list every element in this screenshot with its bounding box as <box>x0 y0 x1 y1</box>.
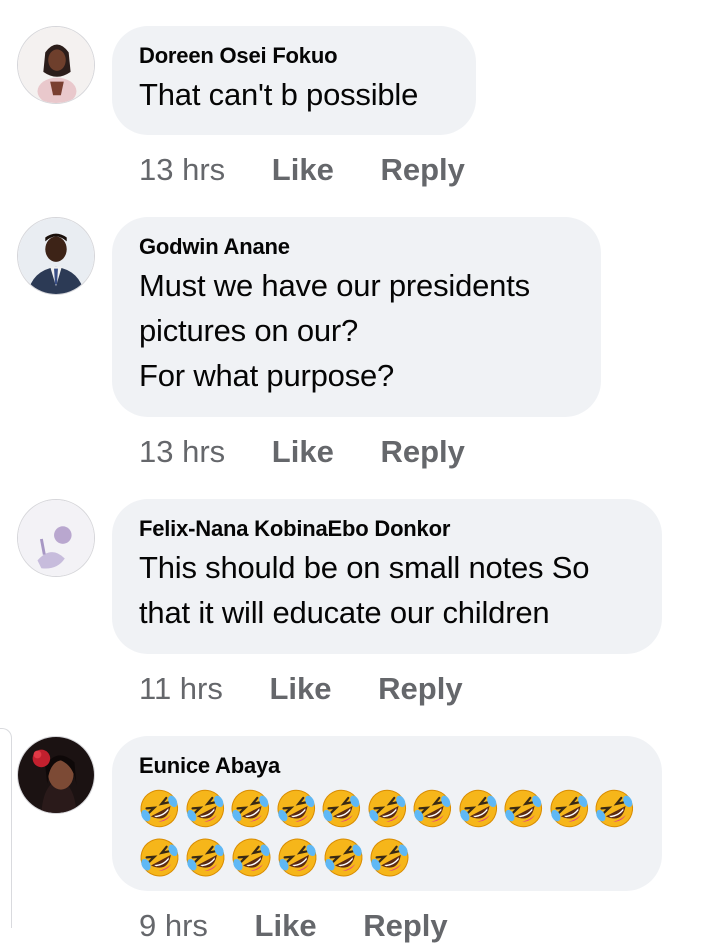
rolling-on-floor-laughing-icon <box>321 788 362 829</box>
avatar[interactable] <box>17 736 95 814</box>
like-button[interactable]: Like <box>272 152 334 188</box>
comment-actions: 13 hrs Like Reply <box>139 434 465 470</box>
comment-actions: 11 hrs Like Reply <box>139 671 463 707</box>
comment-timestamp[interactable]: 9 hrs <box>139 908 208 944</box>
emoji-row <box>139 837 635 878</box>
rolling-on-floor-laughing-icon <box>231 837 272 878</box>
emoji-row <box>139 788 635 829</box>
like-button[interactable]: Like <box>272 434 334 470</box>
rolling-on-floor-laughing-icon <box>369 837 410 878</box>
avatar[interactable] <box>17 499 95 577</box>
like-button[interactable]: Like <box>269 671 331 707</box>
panel-edge-divider <box>0 728 12 928</box>
rolling-on-floor-laughing-icon <box>277 837 318 878</box>
comment-bubble: Eunice Abaya <box>112 736 662 891</box>
rolling-on-floor-laughing-icon <box>367 788 408 829</box>
avatar[interactable] <box>17 217 95 295</box>
avatar[interactable] <box>17 26 95 104</box>
rolling-on-floor-laughing-icon <box>185 837 226 878</box>
comment-actions: 13 hrs Like Reply <box>139 152 465 188</box>
comment-author[interactable]: Godwin Anane <box>139 233 574 261</box>
reply-button[interactable]: Reply <box>380 434 464 470</box>
rolling-on-floor-laughing-icon <box>230 788 271 829</box>
reply-button[interactable]: Reply <box>378 671 462 707</box>
comment-bubble: Doreen Osei Fokuo That can't b possible <box>112 26 476 135</box>
reply-button[interactable]: Reply <box>380 152 464 188</box>
rolling-on-floor-laughing-icon <box>412 788 453 829</box>
comment-actions: 9 hrs Like Reply <box>139 908 448 944</box>
like-button[interactable]: Like <box>255 908 317 944</box>
rolling-on-floor-laughing-icon <box>139 788 180 829</box>
rolling-on-floor-laughing-icon <box>503 788 544 829</box>
comment-bubble: Felix-Nana KobinaEbo Donkor This should … <box>112 499 662 654</box>
comment-text: That can't b possible <box>139 77 419 112</box>
comment-timestamp[interactable]: 11 hrs <box>139 671 223 707</box>
comment-timestamp[interactable]: 13 hrs <box>139 434 225 470</box>
comment-author[interactable]: Felix-Nana KobinaEbo Donkor <box>139 515 635 543</box>
comment-text: Must we have our presidents pictures on … <box>139 268 530 393</box>
rolling-on-floor-laughing-icon <box>323 837 364 878</box>
rolling-on-floor-laughing-icon <box>139 837 180 878</box>
rolling-on-floor-laughing-icon <box>594 788 635 829</box>
rolling-on-floor-laughing-icon <box>185 788 226 829</box>
comment-author[interactable]: Eunice Abaya <box>139 752 635 780</box>
comment-timestamp[interactable]: 13 hrs <box>139 152 225 188</box>
comment-bubble: Godwin Anane Must we have our presidents… <box>112 217 601 417</box>
comment-author[interactable]: Doreen Osei Fokuo <box>139 42 449 70</box>
rolling-on-floor-laughing-icon <box>458 788 499 829</box>
reply-button[interactable]: Reply <box>363 908 447 944</box>
rolling-on-floor-laughing-icon <box>549 788 590 829</box>
rolling-on-floor-laughing-icon <box>276 788 317 829</box>
comment-text: This should be on small notes So that it… <box>139 550 590 630</box>
